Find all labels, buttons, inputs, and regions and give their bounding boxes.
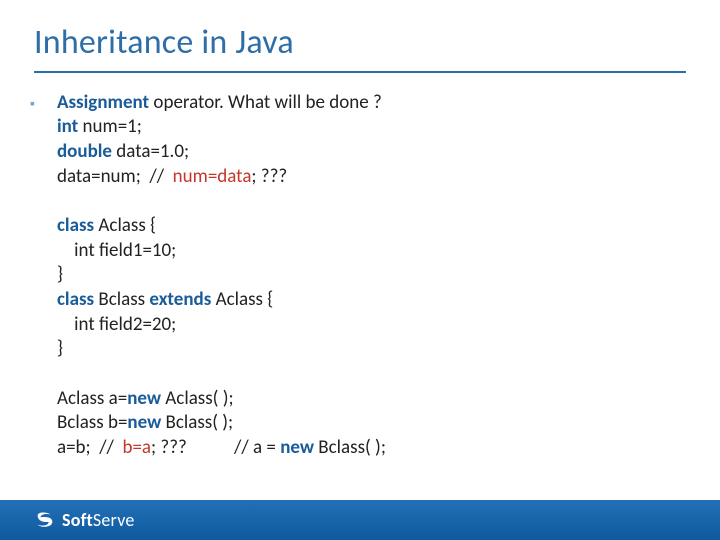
brand-icon	[34, 509, 56, 531]
keyword: class	[57, 214, 94, 237]
text: Bclass	[94, 288, 149, 311]
blank-line	[57, 189, 386, 214]
text: Aclass {	[94, 214, 156, 237]
keyword: new	[127, 411, 161, 434]
brand-logo: SoftServe	[34, 509, 135, 531]
footer-bar: SoftServe	[0, 500, 720, 540]
code-line: int num=1;	[57, 115, 386, 140]
intro-line: Assignment operator. What will be done ?	[57, 91, 386, 116]
keyword: extends	[149, 288, 211, 311]
code-line: a=b; // b=a; ??? // a = new Bclass( );	[57, 436, 386, 461]
text: Aclass {	[211, 288, 273, 311]
code-line: Bclass b=new Bclass( );	[57, 411, 386, 436]
keyword: int	[57, 115, 78, 138]
bullet-item: ▪ Assignment operator. What will be done…	[30, 91, 690, 461]
keyword: new	[127, 387, 161, 410]
text: ; ??? // a =	[151, 436, 280, 459]
text: data=num; //	[57, 165, 173, 188]
text: Aclass a=	[57, 387, 127, 410]
brand-text-left: Soft	[62, 509, 93, 531]
keyword: class	[57, 288, 94, 311]
text: Bclass b=	[57, 411, 127, 434]
text: data=1.0;	[112, 140, 189, 163]
text: ; ???	[251, 165, 287, 188]
code-line: class Bclass extends Aclass {	[57, 288, 386, 313]
brand-text-right: Serve	[93, 509, 135, 531]
page-title: Inheritance in Java	[0, 0, 720, 69]
code-line: double data=1.0;	[57, 140, 386, 165]
code-line: int field2=20;	[57, 313, 386, 338]
text: Bclass( );	[161, 411, 233, 434]
error-text: b=a	[122, 436, 151, 459]
keyword: new	[280, 436, 314, 459]
bullet-icon: ▪	[30, 91, 35, 116]
error-text: num=data	[173, 165, 252, 188]
text: Aclass( );	[161, 387, 234, 410]
text: num=1;	[78, 115, 142, 138]
code-line: }	[57, 337, 386, 362]
code-line: data=num; // num=data; ???	[57, 165, 386, 190]
code-line: int field1=10;	[57, 239, 386, 264]
slide-content: ▪ Assignment operator. What will be done…	[0, 73, 720, 461]
code-block: Assignment operator. What will be done ?…	[57, 91, 386, 461]
slide: Inheritance in Java ▪ Assignment operato…	[0, 0, 720, 540]
keyword: double	[57, 140, 112, 163]
text: operator. What will be done ?	[149, 91, 382, 114]
code-line: class Aclass {	[57, 214, 386, 239]
text-bold: Assignment	[57, 91, 149, 114]
text: Bclass( );	[314, 436, 386, 459]
text: a=b; //	[57, 436, 123, 459]
blank-line	[57, 362, 386, 387]
code-line: Aclass a=new Aclass( );	[57, 387, 386, 412]
code-line: }	[57, 263, 386, 288]
